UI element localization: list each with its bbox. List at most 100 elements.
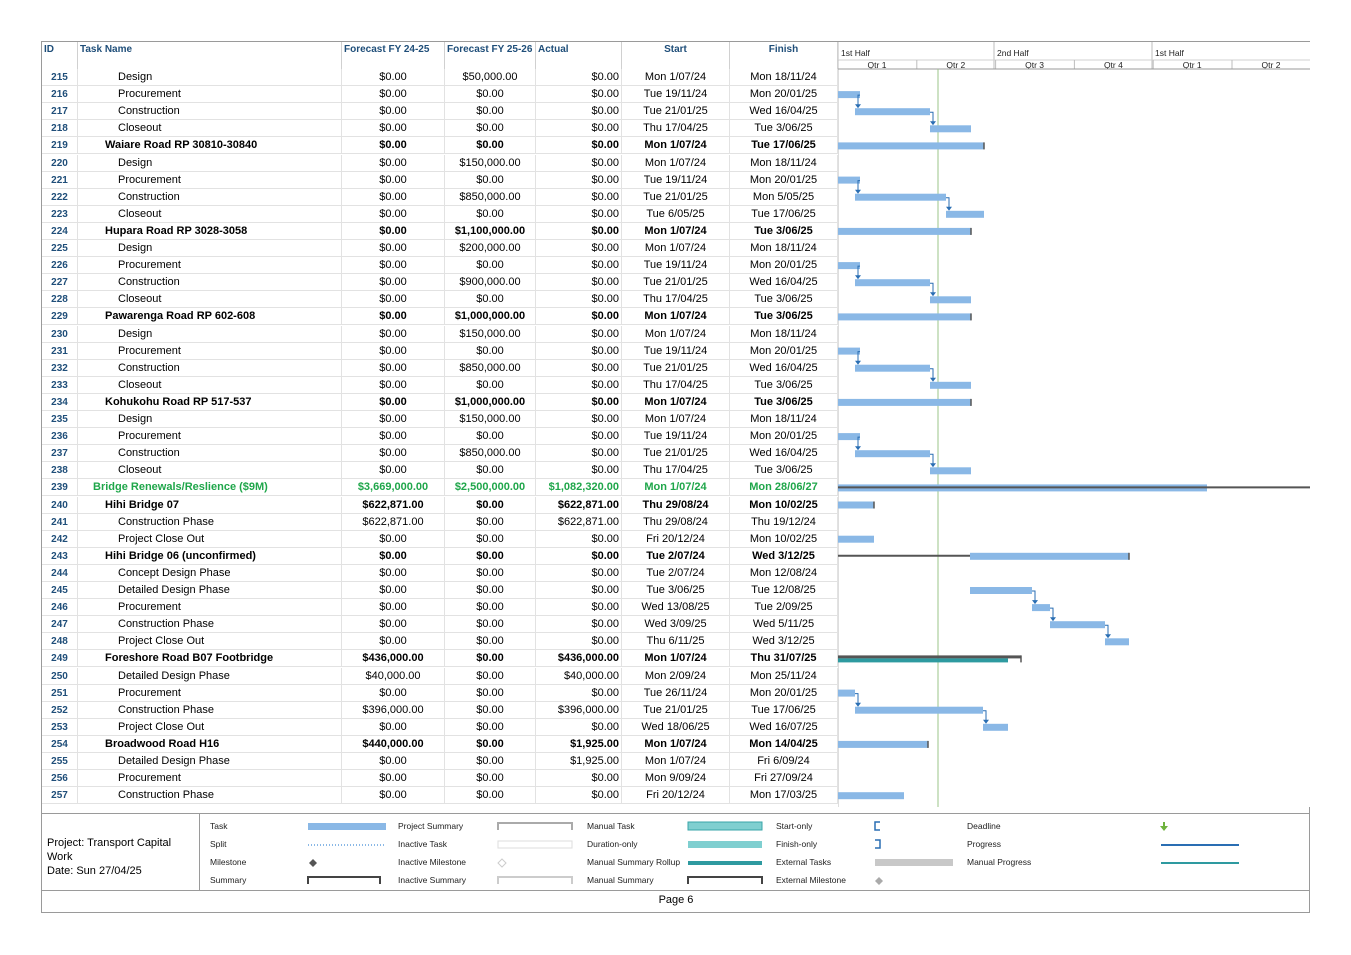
- col-forecast2-header[interactable]: Forecast FY 25-26: [445, 42, 536, 69]
- col-name-header[interactable]: Task Name: [78, 42, 342, 69]
- forecast-fy2425: $0.00: [342, 393, 445, 411]
- task-name: Construction: [78, 274, 342, 292]
- legend-label: Task: [210, 821, 228, 831]
- task-name: Detailed Design Phase: [78, 753, 342, 770]
- start-date: Tue 19/11/24: [622, 257, 730, 275]
- forecast-fy2425: $0.00: [342, 445, 445, 463]
- actual-cost: $1,082,320.00: [536, 479, 622, 497]
- start-date: Thu 6/11/25: [622, 633, 730, 651]
- finish-date: Tue 3/06/25: [730, 393, 838, 411]
- task-id: 230: [42, 325, 78, 343]
- summary-bar: [838, 142, 984, 150]
- gantt-chart: 1st Half 2nd Half 1st HalfQtr 1 Qtr 2 Qtr 3Q…: [838, 42, 1310, 807]
- legend-label: Manual Summary Rollup: [587, 857, 680, 867]
- task-id: 228: [42, 291, 78, 309]
- col-id-header[interactable]: ID: [42, 42, 78, 69]
- start-date: Mon 1/07/24: [622, 479, 730, 497]
- forecast-fy2425: $0.00: [342, 325, 445, 343]
- forecast-fy2425: $0.00: [342, 428, 445, 446]
- task-id: 240: [42, 496, 78, 514]
- forecast-fy2526: $0.00: [445, 120, 536, 138]
- task-id: 231: [42, 342, 78, 360]
- summary-bar: [838, 740, 928, 748]
- forecast-fy2526: $150,000.00: [445, 325, 536, 343]
- task-bar: [946, 210, 984, 218]
- task-name: Broadwood Road H16: [78, 735, 342, 753]
- task-bar: [930, 467, 971, 475]
- finish-date: Mon 18/11/24: [730, 69, 838, 86]
- task-bar: [855, 193, 946, 201]
- forecast-fy2425: $0.00: [342, 633, 445, 651]
- legend-swatch: [497, 840, 573, 849]
- gantt-sheet: ID Task Name Forecast FY 24-25 Forecast …: [41, 41, 1310, 913]
- task-id: 237: [42, 445, 78, 463]
- start-date: Tue 19/11/24: [622, 428, 730, 446]
- task-id: 256: [42, 770, 78, 788]
- start-date: Mon 1/07/24: [622, 753, 730, 770]
- task-name: Design: [78, 240, 342, 257]
- finish-date: Tue 3/06/25: [730, 120, 838, 138]
- task-bar: [838, 347, 860, 355]
- task-bar: [838, 91, 860, 99]
- finish-date: Tue 17/06/25: [730, 701, 838, 719]
- task-name: Procurement: [78, 684, 342, 702]
- start-date: Fri 20/12/24: [622, 530, 730, 548]
- task-name: Closeout: [78, 120, 342, 138]
- forecast-fy2526: $200,000.00: [445, 240, 536, 257]
- finish-date: Fri 6/09/24: [730, 753, 838, 770]
- forecast-fy2425: $0.00: [342, 137, 445, 155]
- actual-cost: $0.00: [536, 530, 622, 548]
- start-date: Tue 21/01/25: [622, 188, 730, 206]
- task-id: 236: [42, 428, 78, 446]
- task-id: 244: [42, 564, 78, 582]
- start-date: Thu 17/04/25: [622, 376, 730, 394]
- project-info: Project: Transport Capital Work Date: Su…: [42, 814, 200, 890]
- forecast-fy2425: $0.00: [342, 462, 445, 480]
- start-date: Tue 21/01/25: [622, 103, 730, 121]
- forecast-fy2425: $0.00: [342, 171, 445, 189]
- task-id: 252: [42, 701, 78, 719]
- forecast-fy2425: $396,000.00: [342, 701, 445, 719]
- forecast-fy2526: $850,000.00: [445, 188, 536, 206]
- task-id: 219: [42, 137, 78, 155]
- actual-cost: $0.00: [536, 462, 622, 480]
- start-date: Tue 19/11/24: [622, 342, 730, 360]
- col-forecast1-header[interactable]: Forecast FY 24-25: [342, 42, 445, 69]
- summary-bar: [838, 313, 971, 321]
- actual-cost: $622,871.00: [536, 513, 622, 531]
- task-id: 216: [42, 86, 78, 104]
- col-start-header[interactable]: Start: [622, 42, 730, 69]
- legend-swatch: [687, 821, 763, 831]
- task-name: Procurement: [78, 86, 342, 104]
- task-name: Bridge Renewals/Reslience ($9M): [78, 479, 342, 497]
- finish-date: Tue 3/06/25: [730, 291, 838, 309]
- task-bar: [1105, 638, 1129, 646]
- actual-cost: $436,000.00: [536, 650, 622, 668]
- task-name: Design: [78, 411, 342, 428]
- forecast-fy2526: $0.00: [445, 684, 536, 702]
- legend-swatch: [688, 841, 762, 848]
- actual-cost: $0.00: [536, 69, 622, 86]
- finish-date: Wed 16/07/25: [730, 718, 838, 736]
- task-bar: [1032, 604, 1050, 612]
- task-name: Concept Design Phase: [78, 564, 342, 582]
- forecast-fy2425: $0.00: [342, 154, 445, 172]
- col-actual-header[interactable]: Actual: [536, 42, 622, 69]
- task-bar: [930, 296, 971, 304]
- finish-date: Mon 25/11/24: [730, 667, 838, 685]
- legend-swatch: [307, 876, 381, 884]
- task-name: Detailed Design Phase: [78, 667, 342, 685]
- actual-cost: $0.00: [536, 599, 622, 617]
- task-id: 215: [42, 69, 78, 86]
- task-name: Construction: [78, 445, 342, 463]
- finish-date: Mon 10/02/25: [730, 496, 838, 514]
- task-id: 249: [42, 650, 78, 668]
- task-bar: [838, 262, 860, 270]
- task-id: 243: [42, 547, 78, 565]
- forecast-fy2526: $0.00: [445, 633, 536, 651]
- task-bar: [1050, 621, 1105, 629]
- col-finish-header[interactable]: Finish: [730, 42, 838, 69]
- actual-cost: $0.00: [536, 770, 622, 788]
- task-name: Project Close Out: [78, 718, 342, 736]
- forecast-fy2526: $0.00: [445, 257, 536, 275]
